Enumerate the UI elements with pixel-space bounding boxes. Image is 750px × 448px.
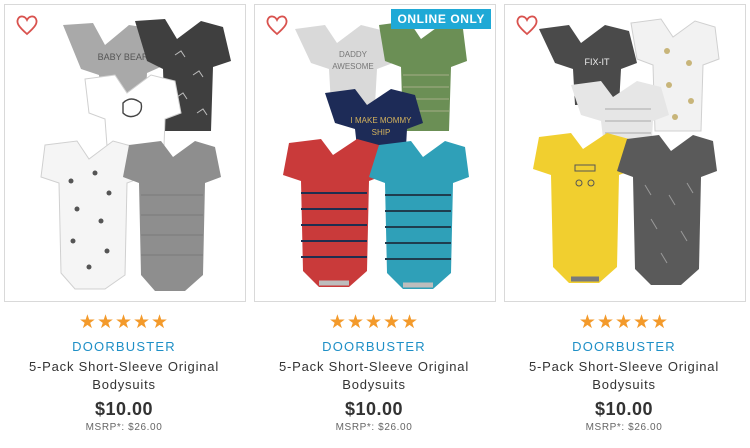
- rating-stars: ★★★★★: [78, 312, 170, 333]
- online-only-badge: ONLINE ONLY: [391, 9, 491, 29]
- print-text: AWESOME: [332, 62, 373, 71]
- promo-label[interactable]: DOORBUSTER: [254, 339, 494, 355]
- msrp-price: MSRP*: $26.00: [85, 422, 163, 433]
- heart-outline-icon[interactable]: [265, 14, 289, 36]
- bodysuit-red-stripe: [283, 139, 385, 287]
- product-title[interactable]: 5-Pack Short-Sleeve Original Bodysuits: [14, 358, 234, 394]
- product-title[interactable]: 5-Pack Short-Sleeve Original Bodysuits: [264, 358, 484, 394]
- product-price: $10.00: [594, 399, 654, 419]
- print-text: FIX-IT: [585, 57, 610, 67]
- product-grid: BABY BEAR ★★★★★ DOORBUSTER 5-Pack Short-…: [0, 0, 750, 448]
- heart-outline-icon[interactable]: [515, 14, 539, 36]
- product-image-frame[interactable]: BABY BEAR: [4, 4, 246, 302]
- bodysuit-gray-stripe: [123, 141, 221, 291]
- product-price: $10.00: [94, 399, 154, 419]
- product-price: $10.00: [344, 399, 404, 419]
- product-image[interactable]: DADDY AWESOME I MAKE MOMMY SHIP: [255, 5, 495, 301]
- bodysuit-teal-stripe: [369, 141, 469, 289]
- bodysuit-yellow: [533, 133, 635, 283]
- bodysuit-charcoal-print: [617, 135, 717, 285]
- rating-stars: ★★★★★: [328, 312, 420, 333]
- product-card[interactable]: BABY BEAR ★★★★★ DOORBUSTER 5-Pack Short-…: [4, 0, 248, 448]
- promo-label[interactable]: DOORBUSTER: [4, 339, 244, 355]
- product-image[interactable]: BABY BEAR: [5, 5, 245, 301]
- product-image[interactable]: FIX-IT: [505, 5, 745, 301]
- print-text: I MAKE MOMMY: [351, 116, 413, 125]
- product-image-frame[interactable]: FIX-IT: [504, 4, 746, 302]
- product-image-frame[interactable]: ONLINE ONLY DADDY AWESOME I MAKE MOMMY S: [254, 4, 496, 302]
- rating-stars: ★★★★★: [578, 312, 670, 333]
- print-text: SHIP: [372, 128, 391, 137]
- print-text: BABY BEAR: [98, 52, 149, 62]
- msrp-price: MSRP*: $26.00: [585, 422, 663, 433]
- product-card[interactable]: ONLINE ONLY DADDY AWESOME I MAKE MOMMY S: [254, 0, 498, 448]
- promo-label[interactable]: DOORBUSTER: [504, 339, 744, 355]
- product-card[interactable]: FIX-IT ★★★★★ DOORBUSTER 5-Pack Short-Sle…: [504, 0, 748, 448]
- product-title[interactable]: 5-Pack Short-Sleeve Original Bodysuits: [514, 358, 734, 394]
- heart-outline-icon[interactable]: [15, 14, 39, 36]
- msrp-price: MSRP*: $26.00: [335, 422, 413, 433]
- print-text: DADDY: [339, 50, 368, 59]
